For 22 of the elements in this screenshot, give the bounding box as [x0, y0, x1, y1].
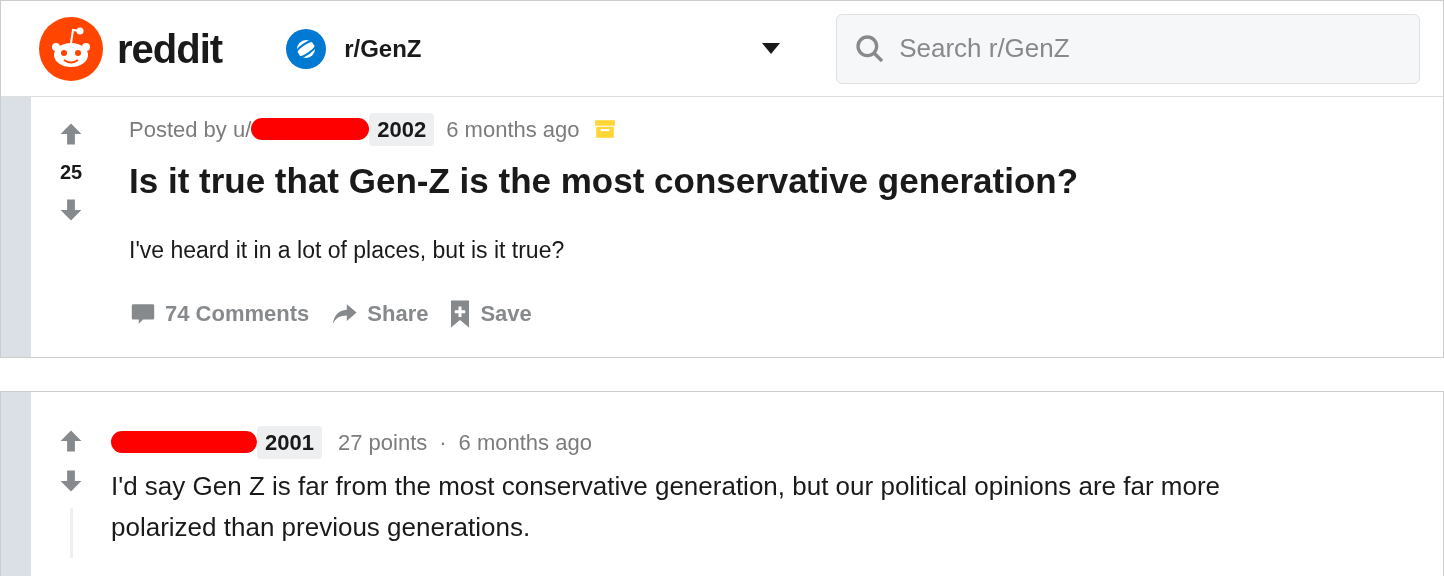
- planet-icon: [286, 28, 327, 69]
- comment-body: I'd say Gen Z is far from the most conservative generation, but our political opinions are far more polarized than previous generations.: [111, 470, 1221, 544]
- downvote-icon[interactable]: [58, 197, 84, 223]
- separator-dot: ·: [439, 428, 447, 457]
- community-dropdown[interactable]: r/GenZ: [344, 30, 781, 67]
- comment-time: 6 months ago: [458, 428, 592, 457]
- vote-count: 25: [59, 160, 83, 185]
- posted-by-text: Posted by u/: [129, 115, 252, 144]
- post-body: I've heard it in a lot of places, but is it true?: [129, 235, 566, 265]
- comment-points: 27 points: [337, 428, 428, 457]
- archive-icon: [593, 118, 616, 140]
- upvote-icon[interactable]: [58, 428, 84, 454]
- search-field[interactable]: Search r/GenZ: [836, 13, 1421, 84]
- downvote-icon[interactable]: [58, 468, 84, 494]
- caret-icon: [762, 42, 781, 55]
- upvote-icon[interactable]: [58, 121, 84, 147]
- post-time: 6 months ago: [446, 115, 580, 144]
- user-flair: 2002: [369, 112, 435, 146]
- post-title[interactable]: Is it true that Gen-Z is the most conservative generation?: [129, 159, 1079, 203]
- logo-wordmark[interactable]: reddit: [117, 18, 223, 79]
- user-flair: 2001: [257, 425, 322, 459]
- alien-logo-icon[interactable]: [39, 16, 103, 81]
